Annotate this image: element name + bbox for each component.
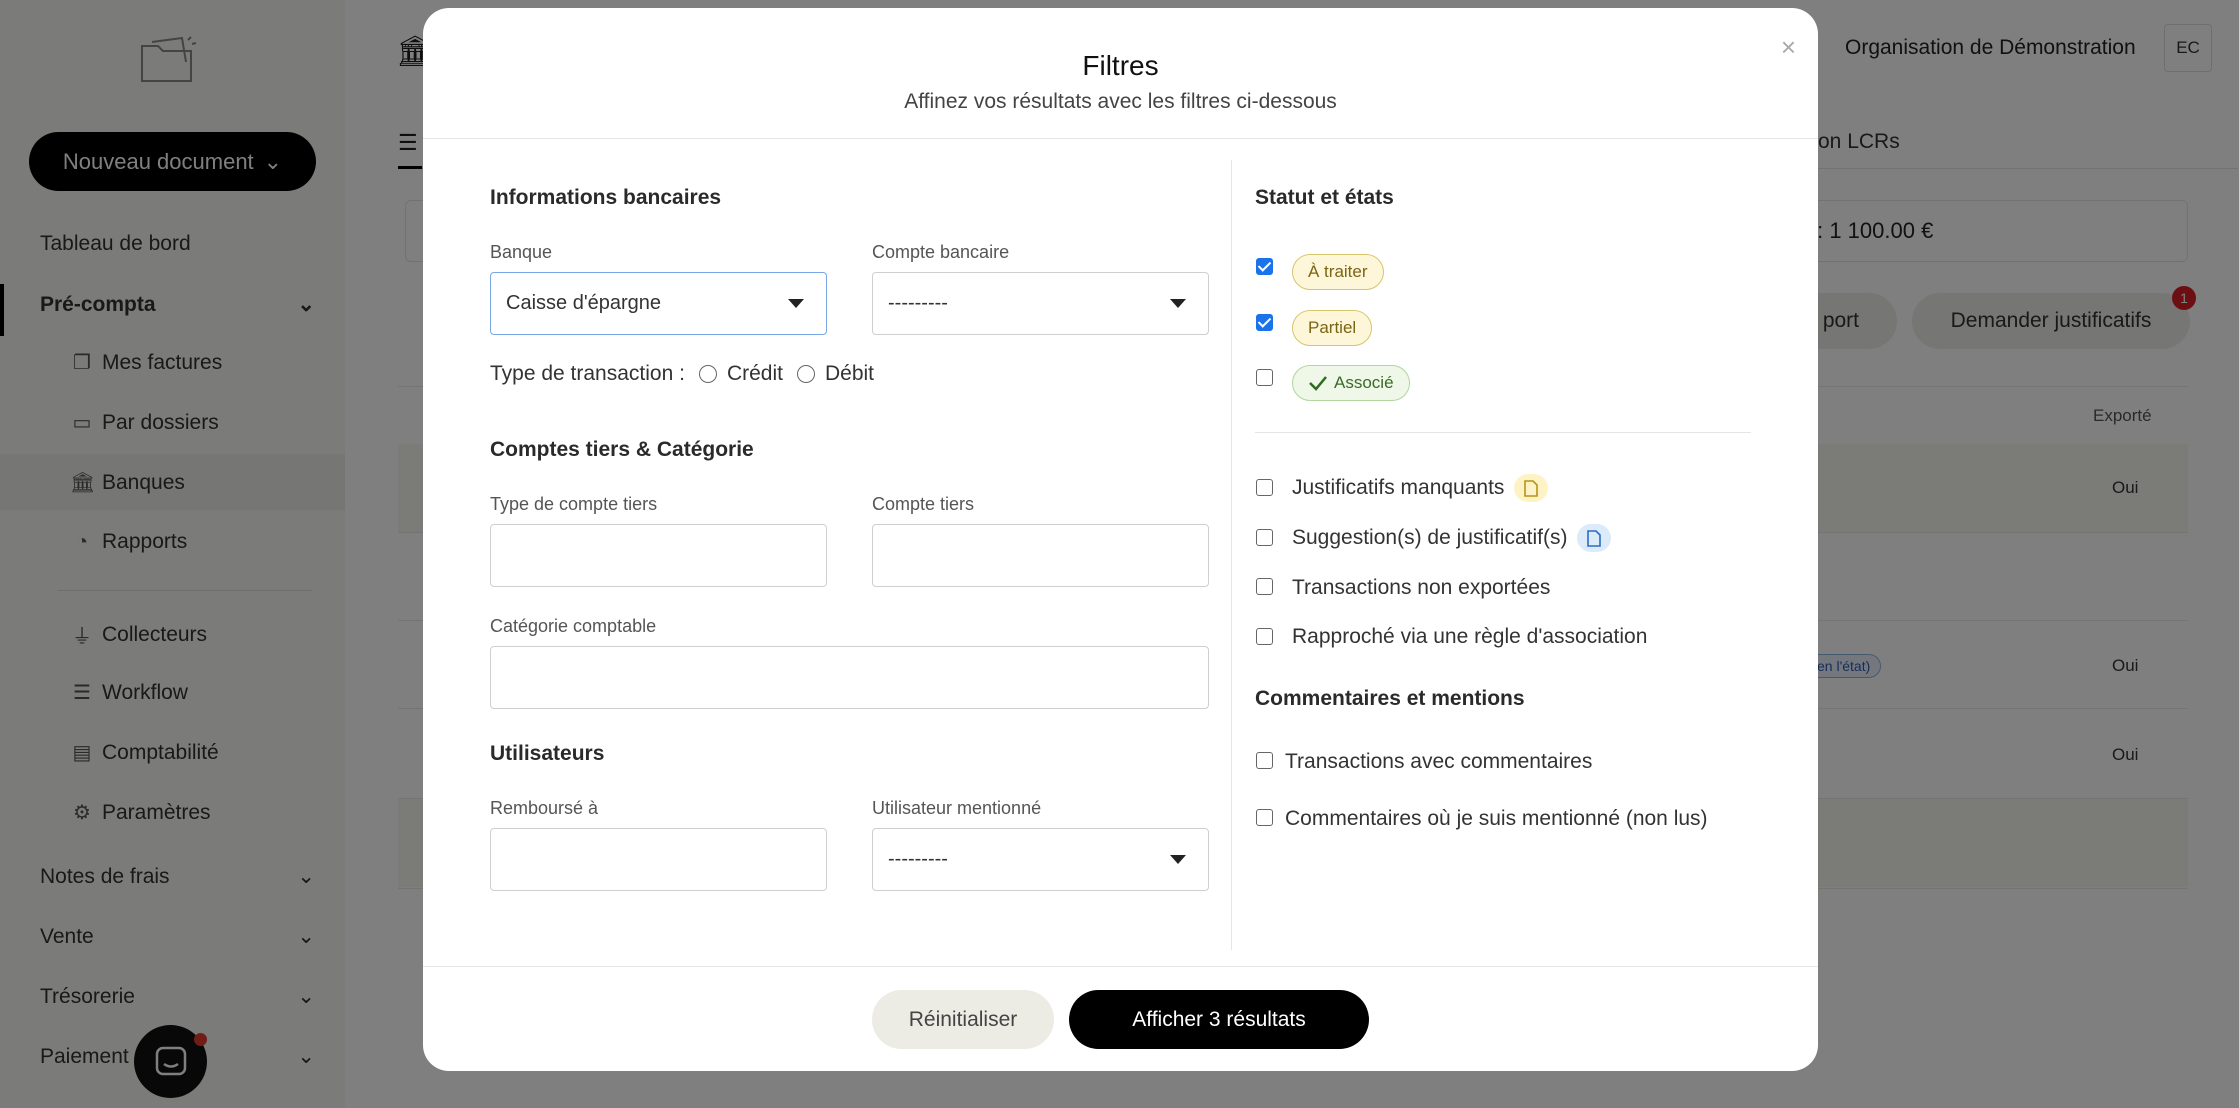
status-badge-label: Associé	[1334, 373, 1394, 392]
modal-subtitle: Affinez vos résultats avec les filtres c…	[904, 90, 1337, 113]
status-badge-partial: Partiel	[1292, 310, 1373, 346]
status-to-process-checkbox[interactable]	[1256, 258, 1273, 275]
document-icon	[1514, 474, 1549, 502]
bank-account-select-value: ---------	[888, 292, 948, 314]
filters-modal: × Filtres Affinez vos résultats avec les…	[423, 8, 1818, 1071]
status-badge-label: À traiter	[1308, 262, 1368, 281]
status-partial-checkbox[interactable]	[1256, 314, 1273, 331]
mentioned-unread-checkbox[interactable]	[1256, 809, 1273, 826]
accounting-category-label: Catégorie comptable	[490, 616, 657, 636]
document-icon	[1577, 524, 1612, 552]
suggested-docs-checkbox[interactable]	[1256, 529, 1273, 546]
reset-button[interactable]: Réinitialiser	[872, 990, 1054, 1049]
bank-select[interactable]: Caisse d'épargne	[490, 272, 827, 335]
transaction-type-label: Type de transaction :	[490, 362, 685, 385]
not-exported-checkbox[interactable]	[1256, 578, 1273, 595]
missing-docs-option[interactable]: Justificatifs manquants	[1292, 474, 1549, 502]
check-icon	[1309, 376, 1327, 391]
bank-select-value: Caisse d'épargne	[506, 292, 662, 314]
show-results-button[interactable]: Afficher 3 résultats	[1069, 990, 1369, 1049]
reimbursed-to-label: Remboursé à	[490, 798, 599, 818]
caret-down-icon	[1170, 855, 1186, 864]
rule-matched-label: Rapproché via une règle d'association	[1292, 625, 1648, 648]
section-title-third-party: Comptes tiers & Catégorie	[490, 438, 754, 461]
not-exported-option[interactable]: Transactions non exportées	[1292, 576, 1550, 600]
rule-matched-checkbox[interactable]	[1256, 628, 1273, 645]
third-party-type-input[interactable]	[490, 524, 827, 587]
column-divider	[1231, 160, 1232, 950]
status-badge-label: Partiel	[1308, 318, 1357, 337]
mentioned-user-label: Utilisateur mentionné	[872, 798, 1042, 818]
third-party-type-label: Type de compte tiers	[490, 494, 658, 514]
transaction-type-group: Type de transaction : Crédit Débit	[490, 362, 874, 386]
mentioned-user-select-value: ---------	[888, 848, 948, 870]
bank-label: Banque	[490, 242, 553, 262]
modal-footer-divider	[423, 966, 1818, 967]
section-title-users: Utilisateurs	[490, 742, 605, 765]
debit-radio-option[interactable]: Débit	[796, 362, 875, 386]
section-title-status: Statut et états	[1255, 186, 1394, 209]
bank-account-label: Compte bancaire	[872, 242, 1010, 262]
section-title-comments: Commentaires et mentions	[1255, 687, 1525, 710]
bank-account-select[interactable]: ---------	[872, 272, 1209, 335]
mentioned-user-select[interactable]: ---------	[872, 828, 1209, 891]
rule-matched-option[interactable]: Rapproché via une règle d'association	[1292, 625, 1647, 649]
third-party-account-input[interactable]	[872, 524, 1209, 587]
reimbursed-to-input[interactable]	[490, 828, 827, 891]
with-comments-option[interactable]: Transactions avec commentaires	[1285, 750, 1592, 774]
modal-header-divider	[423, 138, 1818, 139]
accounting-category-input[interactable]	[490, 646, 1209, 709]
status-divider	[1255, 432, 1751, 433]
caret-down-icon	[1170, 299, 1186, 308]
suggested-docs-option[interactable]: Suggestion(s) de justificatif(s)	[1292, 524, 1612, 552]
status-associated-checkbox[interactable]	[1256, 369, 1273, 386]
not-exported-label: Transactions non exportées	[1292, 576, 1551, 599]
debit-label: Débit	[824, 362, 875, 385]
credit-radio-option[interactable]: Crédit	[698, 362, 783, 386]
status-badge-to-process: À traiter	[1292, 254, 1384, 290]
debit-radio[interactable]	[796, 365, 815, 383]
suggested-docs-label: Suggestion(s) de justificatif(s)	[1292, 526, 1568, 549]
third-party-account-label: Compte tiers	[872, 494, 975, 514]
status-badge-associated: Associé	[1292, 365, 1410, 401]
mentioned-unread-option[interactable]: Commentaires où je suis mentionné (non l…	[1285, 807, 1708, 831]
with-comments-checkbox[interactable]	[1256, 752, 1273, 769]
credit-radio[interactable]	[698, 365, 717, 383]
section-title-bank-info: Informations bancaires	[490, 186, 722, 209]
mentioned-unread-label: Commentaires où je suis mentionné (non l…	[1285, 807, 1708, 830]
caret-down-icon	[788, 299, 804, 308]
modal-title: Filtres	[1082, 50, 1159, 81]
missing-docs-label: Justificatifs manquants	[1292, 476, 1505, 499]
with-comments-label: Transactions avec commentaires	[1285, 750, 1593, 773]
credit-label: Crédit	[726, 362, 783, 385]
missing-docs-checkbox[interactable]	[1256, 479, 1273, 496]
